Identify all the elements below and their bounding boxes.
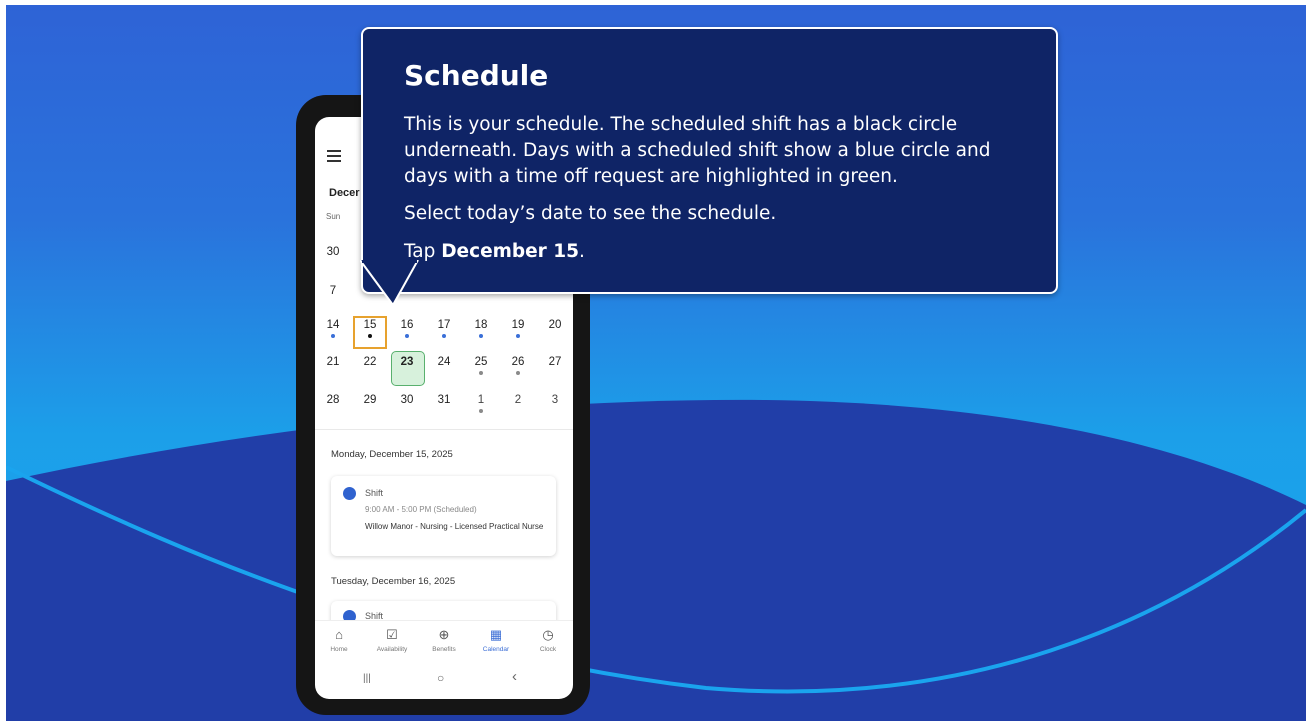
weekday-label: Sun <box>326 212 341 221</box>
day-number: 18 <box>474 319 488 331</box>
calendar-day[interactable]: 14 <box>315 318 351 338</box>
shift-status-icon <box>343 487 356 500</box>
calendar-day[interactable]: 3 <box>537 393 573 407</box>
shift-dot <box>479 334 483 338</box>
calendar-day[interactable]: 31 <box>426 393 462 407</box>
day-number: 30 <box>400 394 414 406</box>
shift-dot <box>442 334 446 338</box>
day-heading: Monday, December 15, 2025 <box>331 449 453 460</box>
calendar-day-selected[interactable]: 15 <box>352 318 388 338</box>
day-number: 15 <box>363 319 377 331</box>
bottom-nav: ⌂ Home ☑ Availability ⊕ Benefits ▦ Calen… <box>315 620 573 666</box>
shift-title: Shift <box>365 488 384 498</box>
shift-time: 9:00 AM - 5:00 PM (Scheduled) <box>365 505 477 514</box>
day-number: 19 <box>511 319 525 331</box>
calendar-day-time-off[interactable]: 23 <box>389 355 425 369</box>
system-nav-bar: ||| ○ ‹ <box>315 667 573 695</box>
nav-label: Home <box>330 646 348 653</box>
day-number: 17 <box>437 319 451 331</box>
home-button-icon[interactable]: ○ <box>437 671 444 685</box>
day-number: 29 <box>363 394 377 406</box>
nav-availability[interactable]: ☑ Availability <box>366 627 418 653</box>
calendar-day[interactable]: 1 <box>463 393 499 413</box>
calendar-day[interactable]: 25 <box>463 355 499 375</box>
nav-label: Availability <box>376 646 408 653</box>
month-label: Decer <box>329 187 360 199</box>
tooltip-tap-instruction: Tap December 15. <box>404 239 585 265</box>
day-number: 28 <box>326 394 340 406</box>
day-number: 2 <box>514 394 522 406</box>
day-number: 25 <box>474 356 488 368</box>
clock-icon: ◷ <box>542 627 554 642</box>
shift-dot <box>331 334 335 338</box>
back-icon[interactable]: ‹ <box>512 668 517 685</box>
nav-clock[interactable]: ◷ Clock <box>522 627 573 653</box>
day-number: 21 <box>326 356 340 368</box>
day-number: 14 <box>326 319 340 331</box>
tap-suffix: . <box>579 241 585 262</box>
tooltip-instruction: Select today’s date to see the schedule. <box>404 203 777 224</box>
calendar-day[interactable]: 26 <box>500 355 536 375</box>
calendar-day[interactable]: 7 <box>315 284 351 298</box>
tooltip-body: This is your schedule. The scheduled shi… <box>404 114 991 187</box>
calendar-icon: ▦ <box>489 627 503 642</box>
day-number: 1 <box>477 394 485 406</box>
calendar-day[interactable]: 19 <box>500 318 536 338</box>
event-dot <box>479 409 483 413</box>
calendar-day[interactable]: 2 <box>500 393 536 407</box>
day-number: 31 <box>437 394 451 406</box>
calendar-day[interactable]: 22 <box>352 355 388 369</box>
tooltip-pointer <box>360 260 419 307</box>
tap-prefix: Tap <box>404 241 442 262</box>
menu-icon[interactable] <box>327 150 341 165</box>
day-number: 24 <box>437 356 451 368</box>
day-number: 22 <box>363 356 377 368</box>
nav-benefits[interactable]: ⊕ Benefits <box>418 627 470 653</box>
tooltip-title: Schedule <box>404 59 549 92</box>
benefits-icon: ⊕ <box>438 627 450 642</box>
shift-dot <box>516 334 520 338</box>
event-dot <box>479 371 483 375</box>
nav-home[interactable]: ⌂ Home <box>315 627 365 653</box>
event-dot <box>516 371 520 375</box>
calendar-day[interactable]: 16 <box>389 318 425 338</box>
calendar-day[interactable]: 30 <box>389 393 425 407</box>
calendar-day[interactable]: 24 <box>426 355 462 369</box>
calendar-day[interactable]: 29 <box>352 393 388 407</box>
nav-label: Clock <box>539 646 557 653</box>
calendar-day[interactable]: 20 <box>537 318 573 332</box>
divider <box>315 429 573 430</box>
nav-label: Benefits <box>432 646 456 653</box>
calendar-day[interactable]: 21 <box>315 355 351 369</box>
day-number: 26 <box>511 356 525 368</box>
scheduled-shift-dot <box>368 334 372 338</box>
day-number: 16 <box>400 319 414 331</box>
calendar-day[interactable]: 27 <box>537 355 573 369</box>
shift-location: Willow Manor - Nursing - Licensed Practi… <box>365 522 544 531</box>
calendar-day[interactable]: 18 <box>463 318 499 338</box>
tutorial-tooltip: Schedule This is your schedule. The sche… <box>361 27 1058 294</box>
day-number: 20 <box>548 319 562 331</box>
calendar-day[interactable]: 17 <box>426 318 462 338</box>
nav-calendar[interactable]: ▦ Calendar <box>470 627 522 653</box>
recent-apps-icon[interactable]: ||| <box>363 673 371 684</box>
day-heading: Tuesday, December 16, 2025 <box>331 576 456 587</box>
day-number: 3 <box>551 394 559 406</box>
day-number: 23 <box>400 356 414 368</box>
availability-icon: ☑ <box>386 627 398 642</box>
nav-label: Calendar <box>482 646 510 653</box>
day-number: 27 <box>548 356 562 368</box>
shift-dot <box>405 334 409 338</box>
shift-card[interactable]: Shift 9:00 AM - 5:00 PM (Scheduled) Will… <box>331 476 556 556</box>
tap-target: December 15 <box>441 241 579 262</box>
calendar-day[interactable]: 28 <box>315 393 351 407</box>
home-icon: ⌂ <box>335 627 343 642</box>
calendar-day[interactable]: 30 <box>315 245 351 259</box>
